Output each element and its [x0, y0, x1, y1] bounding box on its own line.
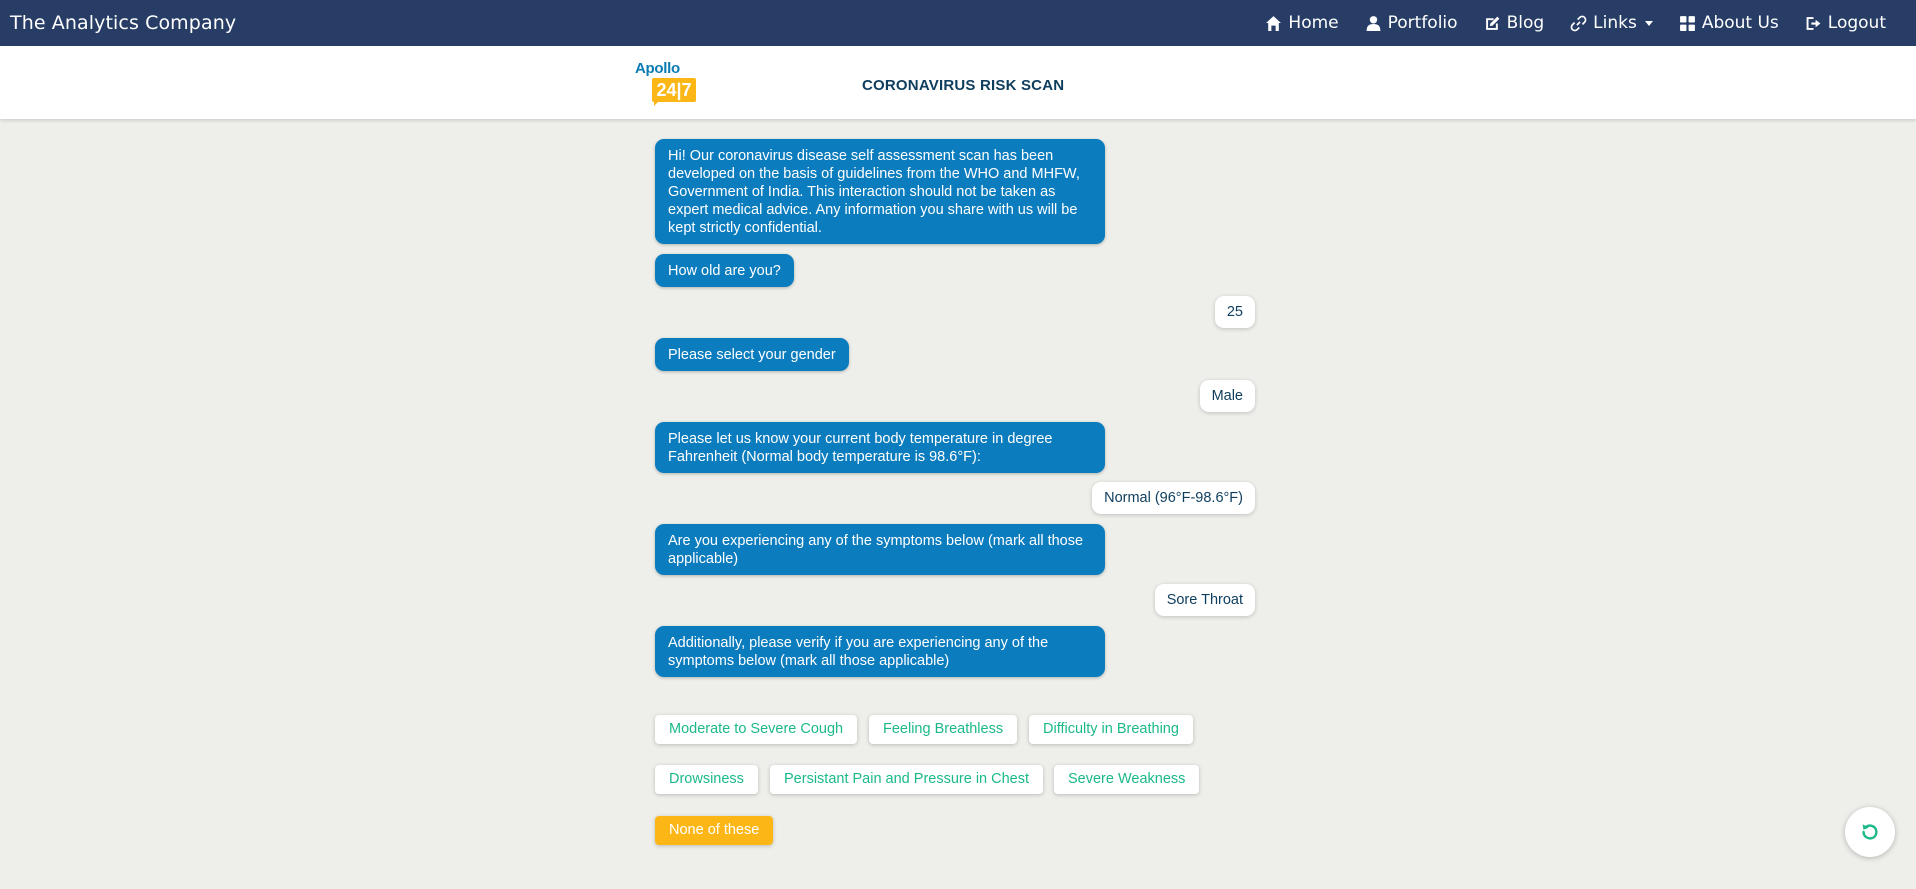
bot-message: Hi! Our coronavirus disease self assessm… [655, 139, 1105, 244]
nav-about-us-label: About Us [1701, 13, 1779, 33]
nav-logout[interactable]: Logout [1805, 13, 1886, 33]
brand-name[interactable]: The Analytics Company [10, 12, 236, 34]
nav-about-us[interactable]: About Us [1679, 13, 1779, 33]
option-chest-pain[interactable]: Persistant Pain and Pressure in Chest [770, 765, 1044, 794]
bot-message: How old are you? [655, 254, 794, 287]
nav-links[interactable]: Links [1570, 13, 1653, 33]
option-feeling-breathless[interactable]: Feeling Breathless [869, 715, 1018, 744]
logo-top-text: Apollo [635, 60, 680, 77]
option-difficulty-breathing[interactable]: Difficulty in Breathing [1029, 715, 1193, 744]
option-severe-weakness[interactable]: Severe Weakness [1054, 765, 1200, 794]
logo-badge: 24|7 [652, 78, 696, 102]
bot-message: Are you experiencing any of the symptoms… [655, 524, 1105, 575]
edit-icon [1485, 16, 1499, 30]
page-title: CORONAVIRUS RISK SCAN [862, 77, 1065, 94]
refresh-icon [1862, 824, 1878, 840]
logo-badge-tail [654, 100, 660, 106]
caret-down-icon [1644, 20, 1653, 26]
nav-menu: Home Portfolio Blog Links About Us Logou… [1239, 0, 1906, 46]
user-message: Sore Throat [1154, 584, 1255, 616]
bot-message: Please let us know your current body tem… [655, 422, 1105, 473]
logout-icon [1806, 16, 1821, 30]
option-none-of-these[interactable]: None of these [655, 816, 774, 845]
user-message: 25 [1214, 296, 1255, 328]
nav-blog-label: Blog [1506, 13, 1545, 33]
user-message: Male [1199, 380, 1255, 412]
user-icon [1366, 15, 1381, 31]
option-moderate-severe-cough[interactable]: Moderate to Severe Cough [655, 715, 858, 744]
bot-message: Additionally, please verify if you are e… [655, 626, 1105, 677]
nav-links-label: Links [1593, 13, 1637, 33]
link-icon [1570, 15, 1587, 31]
nav-logout-label: Logout [1827, 13, 1886, 33]
nav-portfolio[interactable]: Portfolio [1365, 13, 1458, 33]
apollo-logo[interactable]: Apollo 24|7 [634, 60, 698, 108]
home-icon [1266, 15, 1282, 31]
nav-home[interactable]: Home [1265, 13, 1339, 33]
page-header: Apollo 24|7 CORONAVIRUS RISK SCAN [0, 46, 1916, 119]
grid-icon [1679, 15, 1695, 31]
restart-button[interactable] [1845, 807, 1895, 857]
nav-home-label: Home [1288, 13, 1339, 33]
top-navbar: The Analytics Company Home Portfolio Blo… [0, 0, 1916, 46]
nav-blog[interactable]: Blog [1484, 13, 1545, 33]
bot-message: Please select your gender [655, 338, 849, 371]
option-drowsiness[interactable]: Drowsiness [655, 765, 758, 794]
user-message: Normal (96°F-98.6°F) [1092, 482, 1255, 514]
nav-portfolio-label: Portfolio [1387, 13, 1458, 33]
